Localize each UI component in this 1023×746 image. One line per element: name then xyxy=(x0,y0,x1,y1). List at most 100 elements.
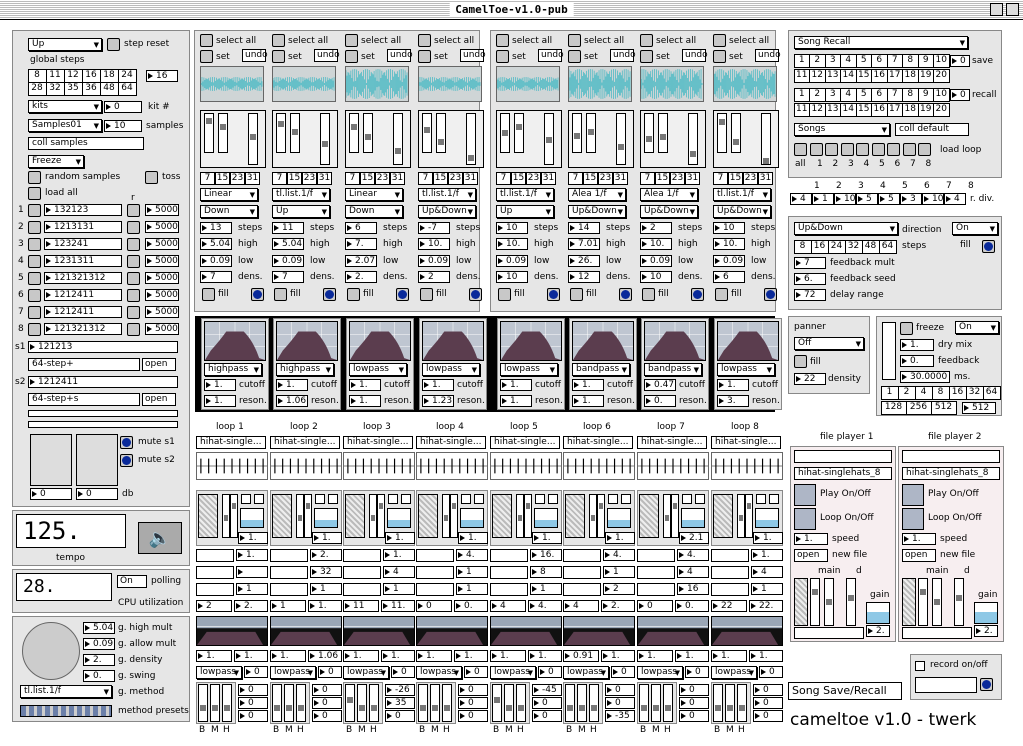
dens-number[interactable]: 7 xyxy=(272,271,304,283)
loop-h-number[interactable]: 1. xyxy=(601,650,635,662)
step-count-button[interactable]: 31 xyxy=(613,172,628,185)
undo-button[interactable]: undo xyxy=(387,49,413,62)
load-loop-toggle[interactable] xyxy=(825,143,838,156)
eq-h-slider[interactable] xyxy=(516,684,526,722)
direction-dropdown[interactable]: Up xyxy=(28,38,102,51)
step-slider[interactable] xyxy=(731,113,741,153)
feedback-number[interactable]: 0. xyxy=(900,355,934,367)
step-slider[interactable] xyxy=(500,113,510,153)
loop-a-number[interactable]: 2.1 xyxy=(679,532,709,544)
step-slider[interactable] xyxy=(393,113,403,165)
loop-c-number[interactable]: 8 xyxy=(530,566,562,578)
row-load-button[interactable] xyxy=(28,272,41,285)
panner-dropdown[interactable]: Off xyxy=(794,337,864,350)
loop-d-number[interactable]: 1 xyxy=(236,583,268,595)
step-slider[interactable] xyxy=(218,113,228,153)
hslider-2[interactable] xyxy=(28,421,178,428)
zoom-box-icon[interactable] xyxy=(990,3,1003,16)
loop-level-slider[interactable] xyxy=(565,494,585,538)
loop-slider[interactable] xyxy=(589,494,597,538)
method-dropdown[interactable]: Alea 1/f xyxy=(640,188,698,201)
record-led-button[interactable] xyxy=(980,678,993,691)
loop-level-slider[interactable] xyxy=(492,494,512,538)
loop-g-number[interactable]: 1. xyxy=(196,650,232,662)
step-slider[interactable] xyxy=(436,113,446,153)
grid-cell[interactable]: 18 xyxy=(99,68,119,83)
method-dropdown[interactable]: Linear xyxy=(345,188,403,201)
row-r-number[interactable]: 5000 xyxy=(145,323,179,335)
grid-cell[interactable]: 36 xyxy=(81,81,101,96)
grid-cell[interactable]: 18 xyxy=(902,68,919,83)
grid-cell[interactable]: 10 xyxy=(933,53,950,68)
row-pattern-number[interactable]: 1212411 xyxy=(44,289,122,301)
row-r-number[interactable]: 5000 xyxy=(145,204,179,216)
loop-g-number[interactable]: 1. xyxy=(711,650,747,662)
filter-curve-display[interactable] xyxy=(349,321,411,361)
method-dropdown[interactable]: Linear xyxy=(200,188,258,201)
select-all-button[interactable] xyxy=(640,34,653,47)
undo-button[interactable]: undo xyxy=(610,49,636,62)
loop-filter-display[interactable] xyxy=(416,616,488,646)
density-dial[interactable] xyxy=(22,622,80,680)
track-led-button[interactable] xyxy=(547,288,560,301)
method-dropdown[interactable]: tl.list.1/f xyxy=(713,188,771,201)
eq-value-number[interactable]: 0 xyxy=(679,697,709,709)
loop-filter-display[interactable] xyxy=(490,616,562,646)
grid-cell[interactable]: 13 xyxy=(824,68,841,83)
dens-number[interactable]: 10 xyxy=(496,271,528,283)
loop-check-box[interactable] xyxy=(769,494,779,504)
grid-cell[interactable]: 14 xyxy=(840,102,857,117)
loop-d-number[interactable]: 16 xyxy=(677,583,709,595)
row-pattern-number[interactable]: 1212411 xyxy=(44,306,122,318)
filter-type-dropdown[interactable]: lowpass xyxy=(349,363,407,376)
loop-slider[interactable] xyxy=(671,494,679,538)
record-checkbox[interactable] xyxy=(915,661,925,671)
step-count-button[interactable]: 31 xyxy=(685,172,700,185)
db-left-number[interactable]: 0 xyxy=(30,488,72,500)
loop-f-number[interactable]: 0. xyxy=(454,600,488,612)
open-file-button[interactable]: open xyxy=(902,549,936,562)
low-number[interactable]: 0.09 xyxy=(418,255,450,267)
loop-filter-dropdown[interactable]: lowpass xyxy=(196,666,242,679)
grid-cell[interactable]: 16 xyxy=(948,385,967,400)
filter-curve-display[interactable] xyxy=(422,321,484,361)
set-button[interactable] xyxy=(200,50,213,63)
steps-number[interactable]: 2 xyxy=(640,222,672,234)
filter-type-dropdown[interactable]: lowpass xyxy=(717,363,775,376)
grid-cell[interactable]: 12 xyxy=(809,102,826,117)
step-slider[interactable] xyxy=(422,113,432,153)
eq-b-slider[interactable] xyxy=(713,684,723,722)
grid-cell[interactable]: 5 xyxy=(855,87,872,102)
loop-b-number[interactable]: 16. xyxy=(530,549,562,561)
step-count-button[interactable]: 7 xyxy=(272,172,287,185)
loop-b-number[interactable]: 1. xyxy=(751,549,783,561)
grid-cell[interactable]: 9 xyxy=(917,87,934,102)
row-r-number[interactable]: 5000 xyxy=(145,272,179,284)
select-all-button[interactable] xyxy=(345,34,358,47)
loop-position-slider[interactable] xyxy=(490,549,528,562)
method-dropdown[interactable]: tl.list.1/f xyxy=(418,188,476,201)
eq-value-number[interactable]: 0 xyxy=(458,697,488,709)
grid-cell[interactable]: 20 xyxy=(933,68,950,83)
play-toggle[interactable] xyxy=(902,484,924,506)
mute-s2-button[interactable] xyxy=(120,454,133,467)
fill-button[interactable] xyxy=(202,288,215,301)
eq-h-slider[interactable] xyxy=(222,684,232,722)
open-file-button[interactable]: open xyxy=(794,549,828,562)
eq-value-number[interactable]: 35 xyxy=(385,697,415,709)
step-slider[interactable] xyxy=(717,113,727,153)
loop-f-number[interactable]: 2. xyxy=(601,600,635,612)
loop-slider[interactable] xyxy=(230,494,238,538)
panner-density-number[interactable]: 22 xyxy=(794,373,826,385)
dry-mix-number[interactable]: 1. xyxy=(900,339,934,351)
loop-filter-display[interactable] xyxy=(270,616,342,646)
low-number[interactable]: 0.09 xyxy=(640,255,672,267)
delay-range-number[interactable]: 72 xyxy=(794,289,826,301)
save-number[interactable]: 0 xyxy=(950,55,970,67)
set-button[interactable] xyxy=(496,50,509,63)
main-slider[interactable] xyxy=(902,578,916,626)
loop-position-slider[interactable] xyxy=(270,566,308,579)
low-number[interactable]: 0.09 xyxy=(272,255,304,267)
fill-button[interactable] xyxy=(642,288,655,301)
filter-curve-display[interactable] xyxy=(276,321,338,361)
